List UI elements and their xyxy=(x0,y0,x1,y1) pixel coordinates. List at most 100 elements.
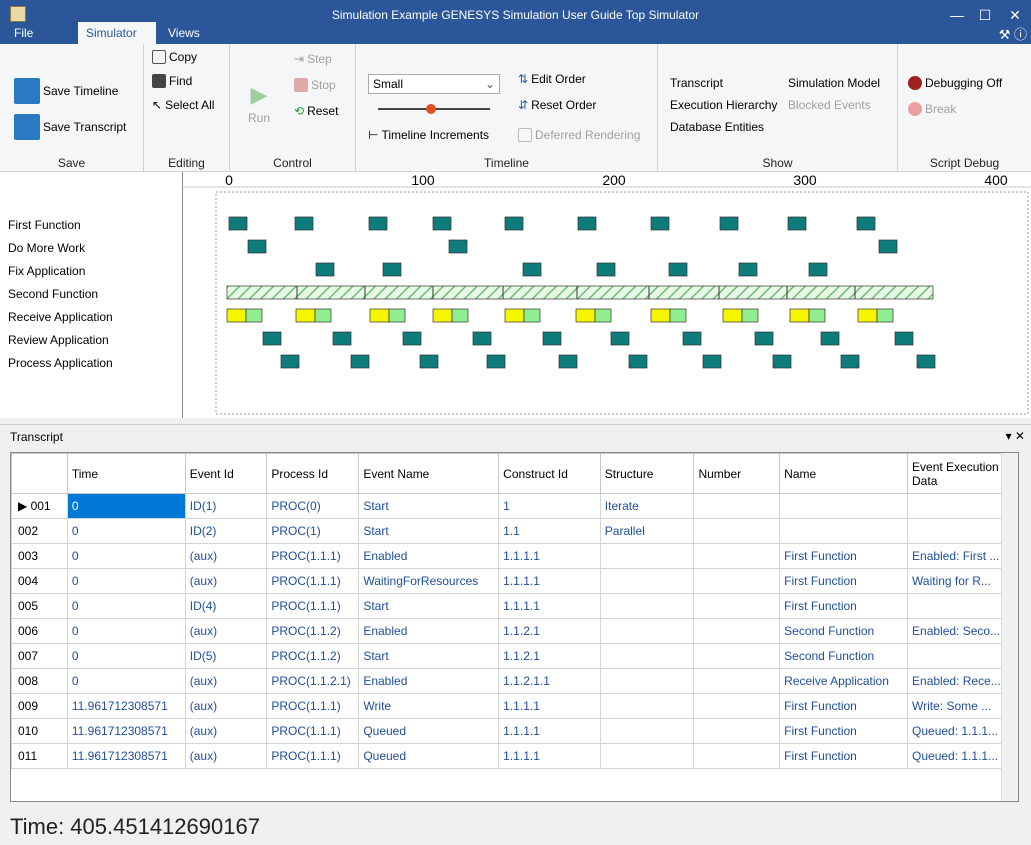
table-cell[interactable] xyxy=(693,693,781,719)
event-block[interactable] xyxy=(808,308,826,323)
timeline-canvas[interactable]: 0 100 200 300 400 xyxy=(183,172,1031,418)
event-block[interactable] xyxy=(523,308,541,323)
table-cell[interactable]: PROC(1.1.1) xyxy=(266,718,360,744)
table-cell[interactable]: Start xyxy=(358,518,500,544)
event-block[interactable] xyxy=(857,308,878,323)
row-header[interactable]: 005 xyxy=(11,593,68,619)
table-cell[interactable]: Queued xyxy=(358,743,500,769)
column-header[interactable]: Process Id xyxy=(266,453,360,494)
table-cell[interactable] xyxy=(693,593,781,619)
table-cell[interactable]: 1 xyxy=(498,493,601,519)
event-block[interactable] xyxy=(315,262,335,277)
table-cell[interactable]: Second Function xyxy=(779,618,909,644)
minimize-button[interactable]: — xyxy=(942,2,972,28)
event-block[interactable] xyxy=(432,308,453,323)
table-cell[interactable]: Queued xyxy=(358,718,500,744)
menu-file[interactable]: File xyxy=(6,22,46,44)
event-block[interactable] xyxy=(448,239,468,254)
table-cell[interactable]: PROC(1) xyxy=(266,518,360,544)
table-cell[interactable]: 1.1.1.1 xyxy=(498,593,601,619)
table-cell[interactable]: 0 xyxy=(66,618,186,644)
table-cell[interactable]: 0 xyxy=(66,493,186,519)
row-header[interactable]: 011 xyxy=(11,743,68,769)
table-cell[interactable]: (aux) xyxy=(184,668,268,694)
break-button[interactable]: Break xyxy=(908,102,956,116)
column-header[interactable]: Time xyxy=(66,453,186,494)
table-cell[interactable]: Enabled xyxy=(358,618,500,644)
event-block[interactable] xyxy=(402,331,422,346)
event-block[interactable] xyxy=(772,354,792,369)
copy-button[interactable]: Copy xyxy=(152,50,197,64)
table-cell[interactable] xyxy=(779,518,909,544)
event-block[interactable] xyxy=(294,216,314,231)
event-block[interactable] xyxy=(682,331,702,346)
event-block[interactable] xyxy=(451,308,469,323)
table-row[interactable]: 003 0 (aux) PROC(1.1.1) Enabled 1.1.1.1 First … xyxy=(11,543,1018,569)
event-block[interactable] xyxy=(280,354,300,369)
event-block[interactable] xyxy=(856,216,876,231)
table-cell[interactable]: 0 xyxy=(66,518,186,544)
event-block[interactable] xyxy=(332,331,352,346)
table-cell[interactable]: PROC(1.1.1) xyxy=(266,593,360,619)
table-row[interactable]: 004 0 (aux) PROC(1.1.1) WaitingForResources 1… xyxy=(11,568,1018,594)
table-cell[interactable] xyxy=(599,668,695,694)
table-cell[interactable] xyxy=(599,543,695,569)
table-cell[interactable]: 1.1.1.1 xyxy=(498,543,601,569)
event-block[interactable] xyxy=(808,262,828,277)
event-block[interactable] xyxy=(350,354,370,369)
table-cell[interactable]: 1.1.2.1.1 xyxy=(498,668,601,694)
table-cell[interactable] xyxy=(693,568,781,594)
event-block[interactable] xyxy=(247,239,267,254)
slider-thumb[interactable] xyxy=(426,104,436,114)
event-block[interactable] xyxy=(432,216,452,231)
table-cell[interactable]: (aux) xyxy=(184,543,268,569)
event-block[interactable] xyxy=(820,331,840,346)
table-cell[interactable]: ID(5) xyxy=(184,643,268,669)
event-block[interactable] xyxy=(878,239,898,254)
stop-button[interactable]: Stop xyxy=(294,78,336,92)
column-header[interactable] xyxy=(11,453,68,494)
table-cell[interactable]: Start xyxy=(358,593,500,619)
table-cell[interactable] xyxy=(693,668,781,694)
event-block[interactable] xyxy=(738,262,758,277)
row-header[interactable]: 008 xyxy=(11,668,68,694)
table-cell[interactable] xyxy=(693,543,781,569)
event-block[interactable] xyxy=(504,216,524,231)
event-block[interactable] xyxy=(577,216,597,231)
table-cell[interactable]: First Function xyxy=(779,593,909,619)
event-block[interactable] xyxy=(610,331,630,346)
table-cell[interactable]: PROC(1.1.2.1) xyxy=(266,668,360,694)
options-icons[interactable]: ⚒ ⓘ xyxy=(999,24,1027,43)
event-block[interactable] xyxy=(876,308,894,323)
table-row[interactable]: 008 0 (aux) PROC(1.1.2.1) Enabled 1.1.2.1.1 Re… xyxy=(11,668,1018,694)
table-cell[interactable]: 0 xyxy=(66,593,186,619)
table-cell[interactable]: ID(4) xyxy=(184,593,268,619)
menu-views[interactable]: Views xyxy=(160,22,210,44)
table-row[interactable]: 005 0 ID(4) PROC(1.1.1) Start 1.1.1.1 First Fu… xyxy=(11,593,1018,619)
table-cell[interactable]: PROC(1.1.1) xyxy=(266,543,360,569)
debugging-off-button[interactable]: Debugging Off xyxy=(908,76,1002,90)
event-block[interactable] xyxy=(668,262,688,277)
table-cell[interactable]: 1.1.1.1 xyxy=(498,568,601,594)
table-row[interactable]: 006 0 (aux) PROC(1.1.2) Enabled 1.1.2.1 Second… xyxy=(11,618,1018,644)
table-cell[interactable] xyxy=(693,643,781,669)
reset-order-button[interactable]: ⇵ Reset Order xyxy=(518,98,596,112)
maximize-button[interactable]: ☐ xyxy=(970,2,1000,28)
table-cell[interactable]: Enabled xyxy=(358,543,500,569)
table-cell[interactable]: 0 xyxy=(66,568,186,594)
table-cell[interactable]: First Function xyxy=(779,693,909,719)
event-block[interactable] xyxy=(650,216,670,231)
table-cell[interactable]: ID(2) xyxy=(184,518,268,544)
event-block[interactable] xyxy=(650,308,671,323)
event-block[interactable] xyxy=(558,354,578,369)
event-block[interactable] xyxy=(542,331,562,346)
second-function-bar[interactable] xyxy=(226,285,934,300)
select-all-button[interactable]: ↖ Select All xyxy=(152,98,214,112)
column-header[interactable]: Construct Id xyxy=(498,453,601,494)
show-transcript[interactable]: Transcript xyxy=(670,76,723,90)
timeline-increments-button[interactable]: ⊢ Timeline Increments xyxy=(368,128,489,142)
table-cell[interactable]: Iterate xyxy=(599,493,695,519)
event-block[interactable] xyxy=(388,308,406,323)
table-row[interactable]: 002 0 ID(2) PROC(1) Start 1.1 Parallel xyxy=(11,518,1018,544)
row-header[interactable]: 009 xyxy=(11,693,68,719)
